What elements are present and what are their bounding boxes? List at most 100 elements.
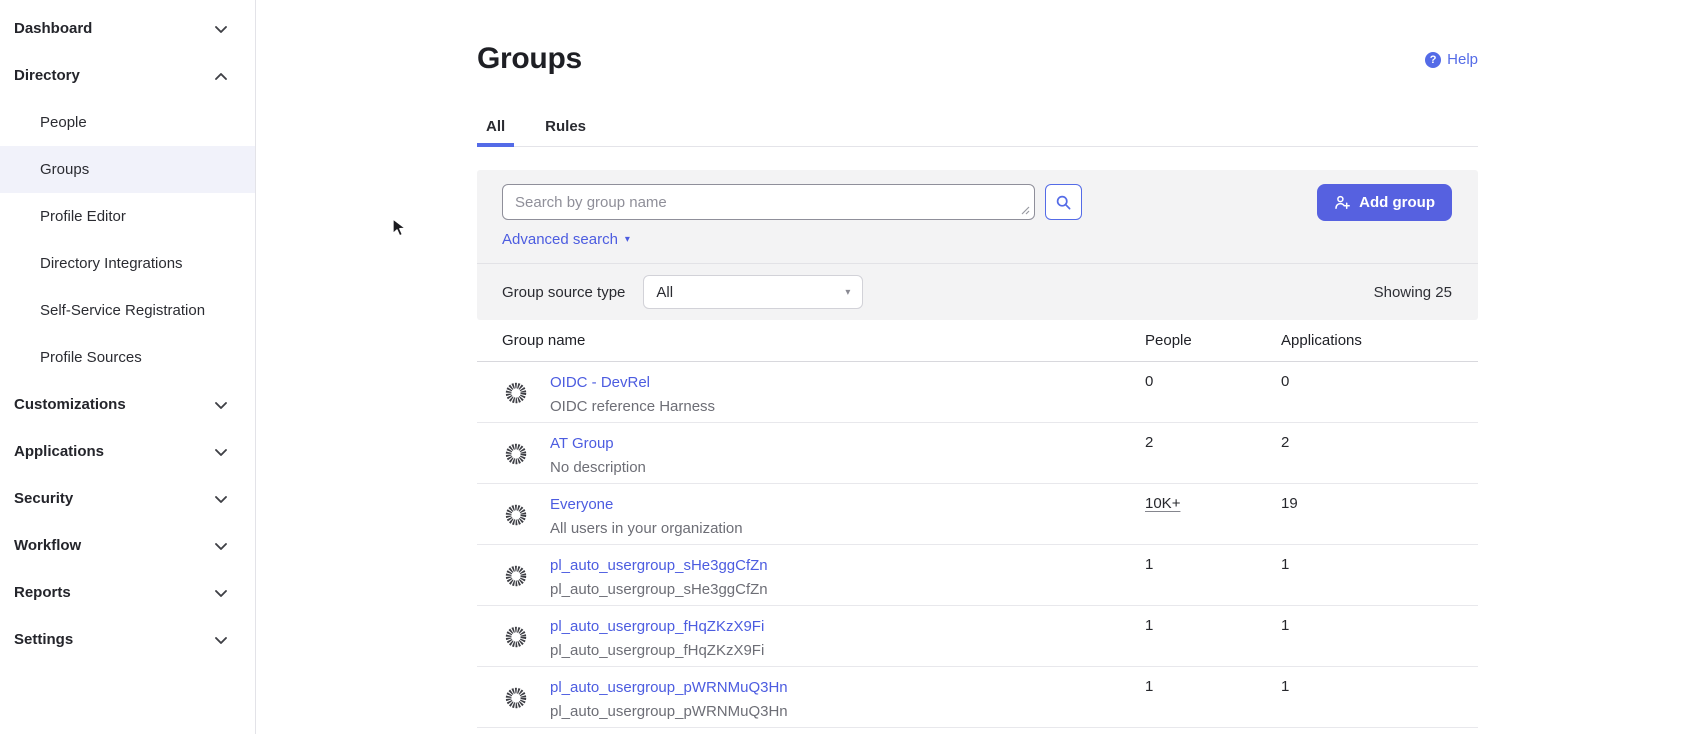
sidebar-item-label: Customizations [14, 396, 126, 413]
applications-count: 1 [1281, 545, 1478, 605]
applications-count: 1 [1281, 667, 1478, 727]
group-description: pl_auto_usergroup_pWRNMuQ3Hn [550, 702, 788, 721]
main-area: Groups ? Help All Rules [257, 0, 1687, 734]
advanced-search-label: Advanced search [502, 231, 618, 248]
people-count: 0 [1145, 362, 1281, 422]
search-section: Advanced search ▾ Add group [477, 170, 1478, 263]
chevron-down-icon [213, 444, 229, 460]
help-link[interactable]: ? Help [1425, 51, 1478, 68]
search-filter-panel: Advanced search ▾ Add group Group source… [477, 170, 1478, 320]
sidebar-item-dashboard[interactable]: Dashboard [0, 5, 255, 52]
showing-count: Showing 25 [1374, 284, 1452, 301]
table-row: AT Group No description 2 2 [477, 423, 1478, 484]
caret-down-icon: ▾ [845, 287, 850, 298]
chevron-down-icon [213, 491, 229, 507]
group-description: No description [550, 458, 646, 477]
column-header-applications: Applications [1281, 332, 1478, 349]
sidebar-item-label: Groups [40, 161, 89, 178]
group-name-link[interactable]: Everyone [550, 495, 743, 514]
sidebar-item-applications[interactable]: Applications [0, 428, 255, 475]
sidebar-item-label: Reports [14, 584, 71, 601]
applications-count: 2 [1281, 423, 1478, 483]
search-icon [1055, 194, 1072, 211]
filter-section: Group source type All ▾ Showing 25 [477, 263, 1478, 320]
page-title: Groups [477, 42, 1478, 76]
group-source-type-select[interactable]: All ▾ [643, 275, 863, 309]
table-row: Everyone All users in your organization … [477, 484, 1478, 545]
sidebar-item-directory-integrations[interactable]: Directory Integrations [0, 240, 255, 287]
table-row: OIDC - DevRel OIDC reference Harness 0 0 [477, 362, 1478, 423]
applications-count: 19 [1281, 484, 1478, 544]
group-name-link[interactable]: OIDC - DevRel [550, 373, 715, 392]
caret-down-icon: ▾ [625, 234, 630, 245]
group-sunburst-icon [505, 626, 527, 648]
tab-bar: All Rules [477, 118, 1478, 147]
column-header-people: People [1145, 332, 1281, 349]
table-row: pl_auto_usergroup_pWRNMuQ3Hn pl_auto_use… [477, 667, 1478, 728]
tab-all[interactable]: All [477, 118, 514, 146]
add-group-button[interactable]: Add group [1317, 184, 1452, 221]
sidebar-item-reports[interactable]: Reports [0, 569, 255, 616]
resize-grip-icon[interactable] [1020, 205, 1030, 215]
group-sunburst-icon [505, 504, 527, 526]
page-header: Groups ? Help [477, 0, 1478, 118]
sidebar-item-settings[interactable]: Settings [0, 616, 255, 663]
sidebar-item-groups[interactable]: Groups [0, 146, 255, 193]
chevron-down-icon [213, 21, 229, 37]
sidebar-item-label: Security [14, 490, 73, 507]
search-input[interactable] [502, 184, 1035, 220]
group-sunburst-icon [505, 687, 527, 709]
sidebar-item-label: Settings [14, 631, 73, 648]
people-count: 2 [1145, 423, 1281, 483]
search-button[interactable] [1045, 184, 1082, 220]
sidebar-item-workflow[interactable]: Workflow [0, 522, 255, 569]
sidebar-item-people[interactable]: People [0, 99, 255, 146]
group-description: All users in your organization [550, 519, 743, 538]
sidebar-item-label: Self-Service Registration [40, 302, 205, 319]
help-label: Help [1447, 51, 1478, 68]
sidebar-item-profile-editor[interactable]: Profile Editor [0, 193, 255, 240]
sidebar-item-label: Directory Integrations [40, 255, 183, 272]
tab-rules[interactable]: Rules [536, 118, 595, 146]
group-name-link[interactable]: pl_auto_usergroup_fHqZKzX9Fi [550, 617, 764, 636]
sidebar-item-label: Applications [14, 443, 104, 460]
sidebar-item-self-service-registration[interactable]: Self-Service Registration [0, 287, 255, 334]
group-description: pl_auto_usergroup_sHe3ggCfZn [550, 580, 768, 599]
table-row: pl_auto_usergroup_sHe3ggCfZn pl_auto_use… [477, 545, 1478, 606]
column-header-group-name: Group name [477, 332, 1145, 349]
advanced-search-link[interactable]: Advanced search ▾ [502, 231, 630, 248]
sidebar-item-label: Workflow [14, 537, 81, 554]
people-count: 1 [1145, 545, 1281, 605]
people-count: 1 [1145, 667, 1281, 727]
table-header: Group name People Applications [477, 320, 1478, 362]
chevron-down-icon [213, 397, 229, 413]
sidebar-item-label: People [40, 114, 87, 131]
select-value: All [656, 284, 673, 301]
help-icon: ? [1425, 52, 1441, 68]
sidebar-item-label: Dashboard [14, 20, 92, 37]
sidebar-item-security[interactable]: Security [0, 475, 255, 522]
add-group-label: Add group [1359, 194, 1435, 211]
sidebar-item-directory[interactable]: Directory [0, 52, 255, 99]
chevron-down-icon [213, 585, 229, 601]
group-description: pl_auto_usergroup_fHqZKzX9Fi [550, 641, 764, 660]
people-count[interactable]: 10K+ [1145, 495, 1180, 512]
sidebar-item-label: Profile Sources [40, 349, 142, 366]
group-name-link[interactable]: AT Group [550, 434, 646, 453]
applications-count: 1 [1281, 606, 1478, 666]
sidebar-item-customizations[interactable]: Customizations [0, 381, 255, 428]
tab-label: Rules [545, 118, 586, 135]
people-count: 1 [1145, 606, 1281, 666]
group-name-link[interactable]: pl_auto_usergroup_pWRNMuQ3Hn [550, 678, 788, 697]
group-description: OIDC reference Harness [550, 397, 715, 416]
sidebar-nav: Dashboard Directory People Groups Profil… [0, 0, 256, 734]
person-plus-icon [1334, 195, 1351, 210]
group-name-link[interactable]: pl_auto_usergroup_sHe3ggCfZn [550, 556, 768, 575]
table-row: pl_auto_usergroup_fHqZKzX9Fi pl_auto_use… [477, 606, 1478, 667]
group-sunburst-icon [505, 382, 527, 404]
tab-label: All [486, 118, 505, 135]
sidebar-item-profile-sources[interactable]: Profile Sources [0, 334, 255, 381]
chevron-down-icon [213, 538, 229, 554]
sidebar-item-label: Directory [14, 67, 80, 84]
chevron-up-icon [213, 68, 229, 84]
